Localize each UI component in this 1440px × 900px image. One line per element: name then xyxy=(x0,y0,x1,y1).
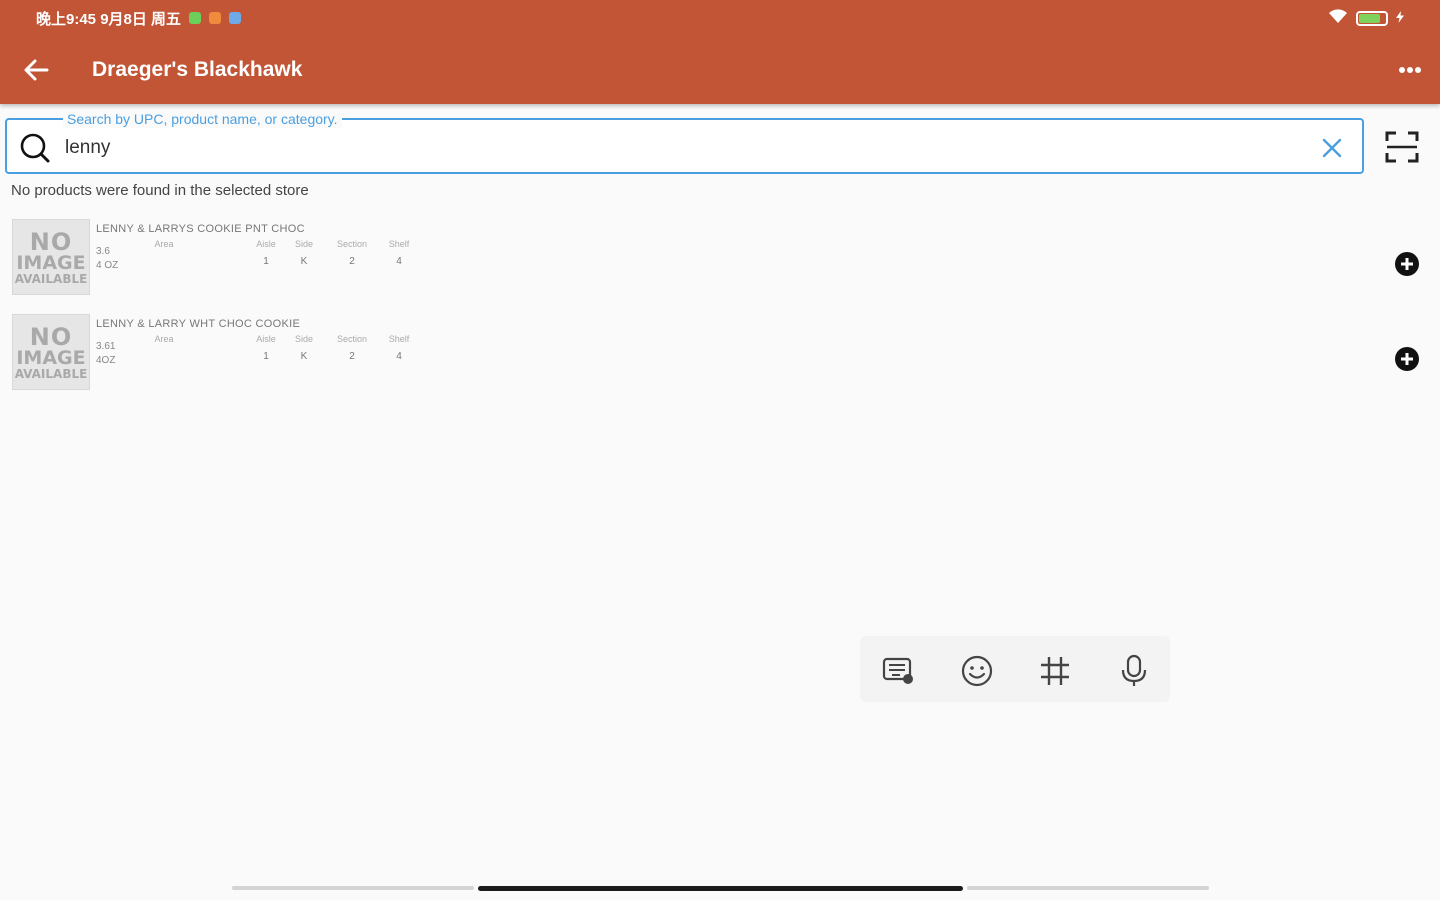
charging-icon xyxy=(1396,10,1404,27)
col-value-section: 2 xyxy=(349,351,355,362)
col-value-aisle: 1 xyxy=(263,256,269,267)
col-header-shelf: Shelf xyxy=(388,334,410,344)
product-name: LENNY & LARRYS COOKIE PNT CHOC xyxy=(96,223,305,235)
clear-search-icon[interactable] xyxy=(1320,136,1344,160)
more-horizontal-icon xyxy=(1399,67,1421,73)
back-button[interactable] xyxy=(20,54,52,86)
col-header-side: Side xyxy=(294,239,313,249)
add-circle-icon[interactable] xyxy=(1394,251,1420,277)
notification-dot-1 xyxy=(189,12,202,24)
search-field[interactable]: Search by UPC, product name, or category… xyxy=(5,110,1364,174)
add-circle-icon[interactable] xyxy=(1394,346,1420,372)
more-options-button[interactable] xyxy=(1394,54,1426,86)
col-value-section: 2 xyxy=(349,256,355,267)
col-header-area: Area xyxy=(154,239,174,249)
col-header-shelf: Shelf xyxy=(388,239,410,249)
status-bar: 晚上9:45 9月8日 周五 xyxy=(0,0,1440,36)
product-image-placeholder: NO IMAGE AVAILABLE xyxy=(12,219,90,295)
notification-dot-3 xyxy=(229,12,242,24)
page-title: Draeger's Blackhawk xyxy=(92,58,303,81)
col-header-area: Area xyxy=(154,334,174,344)
col-value-shelf: 4 xyxy=(396,351,402,362)
no-results-message: No products were found in the selected s… xyxy=(11,182,309,199)
wifi-icon xyxy=(1328,8,1348,28)
product-size: 3.6 4 OZ xyxy=(96,246,119,271)
hashtag-icon[interactable] xyxy=(1037,653,1073,689)
search-input[interactable] xyxy=(65,132,1305,164)
app-bar: 晚上9:45 9月8日 周五 Draeger's Blackhawk xyxy=(0,0,1440,104)
notification-dot-2 xyxy=(209,12,222,24)
product-size: 3.61 4OZ xyxy=(96,341,116,366)
barcode-scan-icon[interactable] xyxy=(1385,130,1419,164)
col-value-aisle: 1 xyxy=(263,351,269,362)
product-row[interactable]: NO IMAGE AVAILABLE LENNY & LARRYS COOKIE… xyxy=(12,219,1432,301)
search-icon xyxy=(20,133,50,163)
col-header-section: Section xyxy=(336,239,368,249)
toolbar: Draeger's Blackhawk xyxy=(0,40,1440,100)
col-value-side: K xyxy=(300,256,308,267)
nav-gesture-bar-left xyxy=(232,886,474,890)
col-header-aisle: Aisle xyxy=(256,334,276,344)
col-value-side: K xyxy=(300,351,308,362)
emoji-icon[interactable] xyxy=(959,653,995,689)
col-header-section: Section xyxy=(336,334,368,344)
keyboard-settings-icon[interactable] xyxy=(880,653,916,689)
product-name: LENNY & LARRY WHT CHOC COOKIE xyxy=(96,318,301,330)
status-time: 晚上9:45 9月8日 周五 xyxy=(36,10,182,28)
arrow-left-icon xyxy=(24,59,49,81)
product-row[interactable]: NO IMAGE AVAILABLE LENNY & LARRY WHT CHO… xyxy=(12,314,1432,396)
nav-gesture-bar-right xyxy=(967,886,1209,890)
battery-icon xyxy=(1356,10,1388,26)
home-indicator[interactable] xyxy=(478,886,963,891)
col-value-shelf: 4 xyxy=(396,256,402,267)
col-header-aisle: Aisle xyxy=(256,239,276,249)
keyboard-toolbar xyxy=(860,636,1170,702)
col-header-side: Side xyxy=(294,334,313,344)
product-image-placeholder: NO IMAGE AVAILABLE xyxy=(12,314,90,390)
microphone-icon[interactable] xyxy=(1116,653,1152,689)
search-label: Search by UPC, product name, or category… xyxy=(63,110,342,128)
